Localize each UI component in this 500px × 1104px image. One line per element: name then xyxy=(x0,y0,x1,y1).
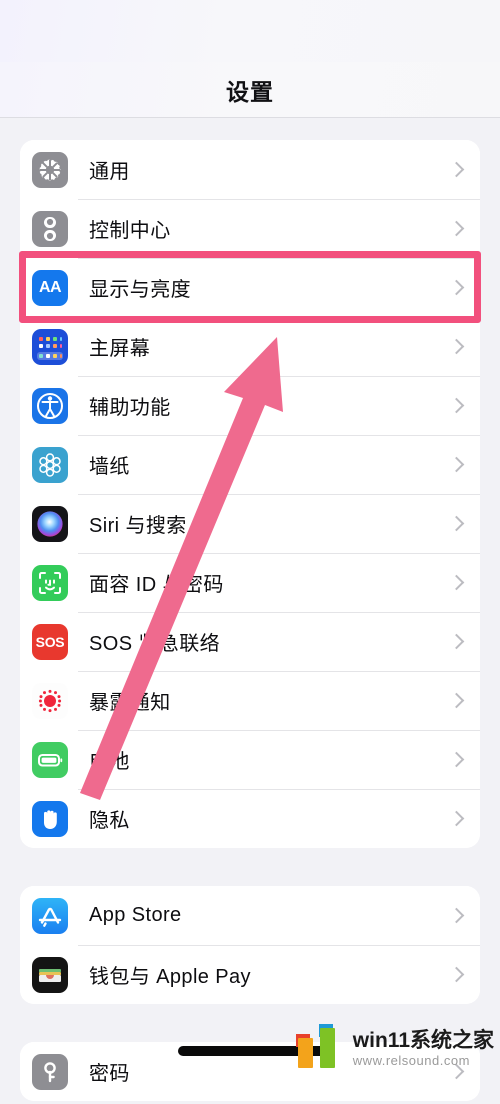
settings-row-wallpaper[interactable]: 墙纸 xyxy=(20,435,480,494)
page-title: 设置 xyxy=(226,78,274,105)
status-bar xyxy=(0,0,500,62)
nav-bar: 设置 xyxy=(0,62,500,118)
settings-row-label: Siri 与搜索 xyxy=(89,515,187,537)
privacy-hand-icon xyxy=(32,800,68,837)
settings-row-general[interactable]: 通用 xyxy=(20,140,480,199)
settings-row-label: 隐私 xyxy=(89,810,130,832)
siri-icon xyxy=(32,505,68,542)
settings-row-label: 显示与亮度 xyxy=(89,279,191,301)
battery-icon xyxy=(32,741,68,778)
home-screen-icon xyxy=(32,328,68,365)
settings-row-emergency-sos[interactable]: SOS SOS 紧急联络 xyxy=(20,612,480,671)
sos-icon: SOS xyxy=(32,623,68,660)
chevron-right-icon xyxy=(448,456,465,473)
settings-row-privacy[interactable]: 隐私 xyxy=(20,789,480,848)
settings-row-label: 辅助功能 xyxy=(89,397,171,419)
app-store-icon xyxy=(32,897,68,934)
wallet-icon xyxy=(32,956,68,993)
settings-row-face-id-passcode[interactable]: 面容 ID 与密码 xyxy=(20,553,480,612)
settings-row-wallet-apple-pay[interactable]: 钱包与 Apple Pay xyxy=(20,945,480,1004)
settings-row-label: 主屏幕 xyxy=(89,338,151,360)
settings-row-label: 通用 xyxy=(89,161,130,183)
watermark-url: www.relsound.com xyxy=(352,1053,470,1069)
settings-row-label: 电池 xyxy=(89,751,130,773)
settings-row-app-store[interactable]: App Store xyxy=(20,886,480,945)
settings-row-label: SOS 紧急联络 xyxy=(89,633,220,655)
chevron-right-icon xyxy=(448,633,465,650)
watermark-logo-icon xyxy=(294,1022,346,1068)
wallpaper-icon xyxy=(32,446,68,483)
settings-row-battery[interactable]: 电池 xyxy=(20,730,480,789)
sos-glyph: SOS xyxy=(35,633,65,650)
chevron-right-icon xyxy=(448,279,465,296)
logo-orange-bar xyxy=(297,1038,313,1068)
settings-row-label: 暴露通知 xyxy=(89,692,171,714)
display-brightness-icon: AA xyxy=(32,269,68,306)
chevron-right-icon xyxy=(448,338,465,355)
logo-green-bar xyxy=(319,1028,335,1068)
chevron-right-icon xyxy=(448,397,465,414)
settings-row-siri-search[interactable]: Siri 与搜索 xyxy=(20,494,480,553)
settings-row-exposure-notifications[interactable]: 暴露通知 xyxy=(20,671,480,730)
settings-row-display-brightness[interactable]: AA 显示与亮度 xyxy=(20,258,480,317)
chevron-right-icon xyxy=(448,810,465,827)
settings-row-label: 墙纸 xyxy=(89,456,130,478)
watermark: win11系统之家 www.relsound.com xyxy=(294,1022,494,1068)
settings-row-control-center[interactable]: 控制中心 xyxy=(20,199,480,258)
accessibility-icon xyxy=(32,387,68,424)
store-group: App Store 钱包与 Apple Pay xyxy=(20,886,480,1004)
chevron-right-icon xyxy=(448,751,465,768)
chevron-right-icon xyxy=(448,966,465,983)
control-center-icon xyxy=(32,210,68,247)
aa-glyph: AA xyxy=(38,278,62,296)
chevron-right-icon xyxy=(448,692,465,709)
chevron-right-icon xyxy=(448,220,465,237)
passwords-key-icon xyxy=(32,1053,68,1090)
settings-row-home-screen[interactable]: 主屏幕 xyxy=(20,317,480,376)
face-id-icon xyxy=(32,564,68,601)
chevron-right-icon xyxy=(448,161,465,178)
settings-row-label: 钱包与 Apple Pay xyxy=(89,966,251,988)
settings-row-label: 面容 ID 与密码 xyxy=(89,574,224,596)
chevron-right-icon xyxy=(448,574,465,591)
watermark-brand: win11系统之家 xyxy=(352,1029,494,1053)
settings-row-accessibility[interactable]: 辅助功能 xyxy=(20,376,480,435)
chevron-right-icon xyxy=(448,907,465,924)
settings-row-label: App Store xyxy=(89,904,182,926)
settings-scroll-area[interactable]: 通用 控制中心 AA 显示与亮度 主屏幕 辅助功能 墙纸 Siri 与搜索 面容… xyxy=(0,140,500,1104)
main-settings-group: 通用 控制中心 AA 显示与亮度 主屏幕 辅助功能 墙纸 Siri 与搜索 面容… xyxy=(20,140,480,848)
chevron-right-icon xyxy=(448,515,465,532)
exposure-notification-icon xyxy=(32,682,68,719)
gear-icon xyxy=(32,151,68,188)
settings-row-label: 控制中心 xyxy=(89,220,171,242)
